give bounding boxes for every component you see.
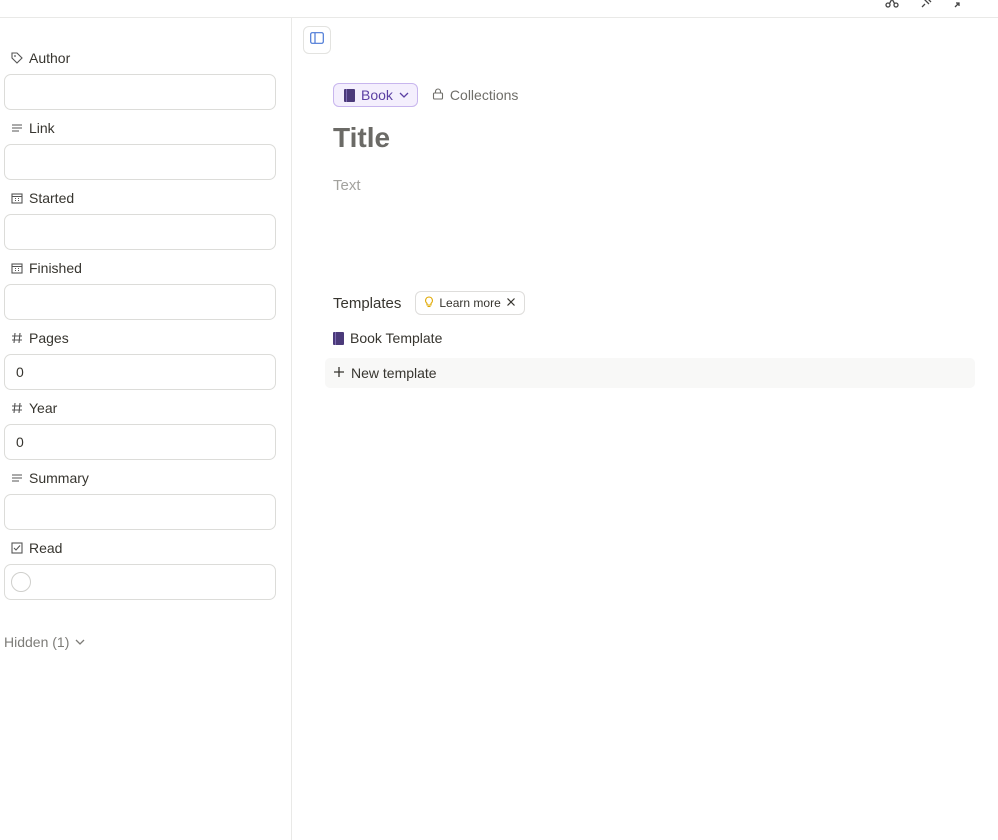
property-label: Summary xyxy=(29,470,89,486)
property-label: Started xyxy=(29,190,75,206)
new-template-label: New template xyxy=(351,365,437,381)
tag-icon xyxy=(11,52,23,64)
text-lines-icon xyxy=(11,122,23,134)
collections-button[interactable]: Collections xyxy=(432,87,518,103)
calendar-icon xyxy=(11,192,23,204)
author-field[interactable] xyxy=(4,74,276,110)
properties-sidebar: Author Link Started Finished Pages 0 Yea… xyxy=(0,18,292,840)
checkbox-icon xyxy=(11,542,23,554)
templates-title: Templates xyxy=(333,294,402,312)
property-started-label-row: Started xyxy=(4,188,276,208)
read-checkbox[interactable] xyxy=(11,572,31,592)
link-field[interactable] xyxy=(4,144,276,180)
template-item-label: Book Template xyxy=(350,330,443,346)
type-label: Book xyxy=(361,87,393,103)
learn-more-label: Learn more xyxy=(439,296,501,310)
pin-icon[interactable] xyxy=(918,0,934,10)
property-read-label-row: Read xyxy=(4,538,276,558)
main-editor: Book Collections Title Text Templates Le… xyxy=(293,18,998,840)
pages-field[interactable]: 0 xyxy=(4,354,276,390)
property-year: Year 0 xyxy=(4,398,276,460)
property-read: Read xyxy=(4,538,276,600)
sidebar-panel-icon xyxy=(310,31,324,49)
hidden-label: Hidden (1) xyxy=(4,634,70,650)
template-item[interactable]: Book Template xyxy=(333,330,442,346)
top-icons xyxy=(884,0,968,10)
property-label: Link xyxy=(29,120,55,136)
property-link-label-row: Link xyxy=(4,118,276,138)
year-field[interactable]: 0 xyxy=(4,424,276,460)
summary-field[interactable] xyxy=(4,494,276,530)
templates-header: Templates Learn more xyxy=(333,291,525,315)
text-body-input[interactable]: Text xyxy=(333,177,361,194)
top-bar xyxy=(0,0,998,18)
calendar-icon xyxy=(11,262,23,274)
property-started: Started xyxy=(4,188,276,250)
type-row: Book Collections xyxy=(333,83,518,107)
property-label: Author xyxy=(29,50,71,66)
started-date-field[interactable] xyxy=(4,214,276,250)
finished-date-field[interactable] xyxy=(4,284,276,320)
hidden-properties-toggle[interactable]: Hidden (1) xyxy=(4,634,85,650)
property-label: Finished xyxy=(29,260,82,276)
property-pages-label-row: Pages xyxy=(4,328,276,348)
type-selector-button[interactable]: Book xyxy=(333,83,418,107)
property-label: Pages xyxy=(29,330,69,346)
property-summary: Summary xyxy=(4,468,276,530)
hash-icon xyxy=(11,402,23,414)
collections-label: Collections xyxy=(449,87,519,103)
property-label: Year xyxy=(29,400,58,416)
collapse-icon[interactable] xyxy=(952,0,968,10)
property-finished: Finished xyxy=(4,258,276,320)
property-author-label-row: Author xyxy=(4,48,276,68)
property-summary-label-row: Summary xyxy=(4,468,276,488)
property-author: Author xyxy=(4,48,276,110)
property-link: Link xyxy=(4,118,276,180)
read-field xyxy=(4,564,276,600)
lightbulb-icon xyxy=(424,295,434,311)
chevron-down-icon xyxy=(399,87,409,103)
text-lines-icon xyxy=(11,472,23,484)
property-finished-label-row: Finished xyxy=(4,258,276,278)
property-pages: Pages 0 xyxy=(4,328,276,390)
share-icon[interactable] xyxy=(884,0,900,10)
book-icon xyxy=(344,88,355,102)
book-icon xyxy=(333,331,344,345)
page-title-input[interactable]: Title xyxy=(333,122,390,154)
property-label: Read xyxy=(29,540,63,556)
plus-icon xyxy=(333,365,345,381)
sidebar-toggle-button[interactable] xyxy=(303,26,331,54)
learn-more-button[interactable]: Learn more xyxy=(415,291,525,315)
new-template-button[interactable]: New template xyxy=(325,358,975,388)
property-year-label-row: Year xyxy=(4,398,276,418)
hash-icon xyxy=(11,332,23,344)
close-icon[interactable] xyxy=(506,296,516,310)
lock-icon xyxy=(432,87,444,103)
chevron-down-icon xyxy=(75,634,85,650)
